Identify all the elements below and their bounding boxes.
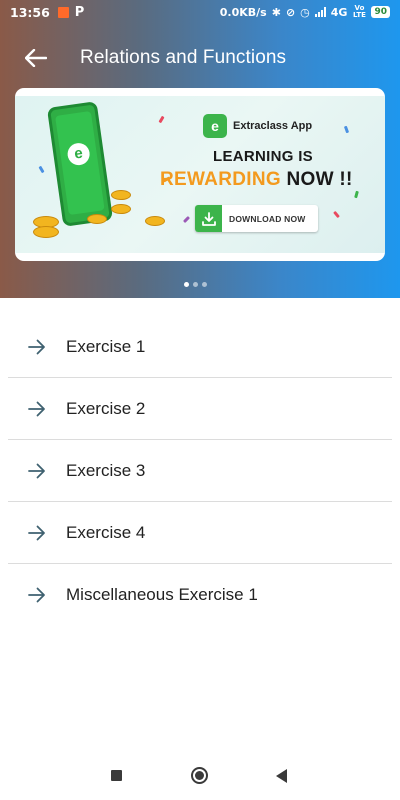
network-speed: 0.0KB/s <box>219 5 267 19</box>
coin-graphic <box>87 214 107 224</box>
notification-p-icon: P <box>74 4 85 20</box>
pager-dot[interactable] <box>202 282 207 287</box>
bluetooth-icon: ✱ <box>271 5 281 19</box>
exercise-label: Exercise 3 <box>66 460 146 480</box>
system-back-button[interactable] <box>276 769 287 783</box>
toolbar: Relations and Functions <box>0 36 400 80</box>
coin-graphic <box>111 190 131 200</box>
coin-graphic <box>145 216 165 226</box>
exercise-label: Exercise 4 <box>66 522 146 542</box>
volte-badge: Vo LTE <box>353 4 366 19</box>
extraclass-logo: e <box>203 114 227 138</box>
arrow-left-icon <box>25 49 47 67</box>
arrow-right-icon <box>28 337 48 357</box>
network-type: 4G <box>330 5 348 19</box>
carousel-pager <box>184 282 207 287</box>
banner-brand: e Extraclass App <box>203 114 312 138</box>
exercise-list: Exercise 1 Exercise 2 Exercise 3 Exercis… <box>8 316 392 626</box>
exercise-item[interactable]: Miscellaneous Exercise 1 <box>8 564 392 626</box>
download-icon <box>195 205 222 232</box>
back-button[interactable] <box>14 36 58 80</box>
exercise-item[interactable]: Exercise 2 <box>8 378 392 440</box>
arrow-right-icon <box>28 585 48 605</box>
headline-rest: NOW !! <box>286 169 353 190</box>
banner-headline-line2: REWARDING NOW !! <box>160 169 353 191</box>
download-now-button[interactable]: DOWNLOAD NOW <box>195 205 318 232</box>
exercise-label: Exercise 2 <box>66 398 146 418</box>
home-button[interactable] <box>191 767 208 784</box>
status-time: 13:56 <box>10 4 50 20</box>
coin-graphic <box>111 204 131 214</box>
arrow-right-icon <box>28 461 48 481</box>
signal-icon <box>314 7 326 17</box>
banner-headline-line1: LEARNING IS <box>213 148 313 165</box>
page-title: Relations and Functions <box>80 47 287 68</box>
pager-dot[interactable] <box>184 282 189 287</box>
mute-icon: ⊘ <box>285 5 296 19</box>
battery-indicator: 90 <box>371 6 390 18</box>
exercise-item[interactable]: Exercise 4 <box>8 502 392 564</box>
headline-highlight: REWARDING <box>160 169 281 190</box>
notification-app-icon <box>57 6 69 18</box>
exercise-label: Miscellaneous Exercise 1 <box>66 585 258 604</box>
arrow-right-icon <box>28 399 48 419</box>
recents-button[interactable] <box>111 770 122 781</box>
app-header: 13:56 P 0.0KB/s ✱ ⊘ ◷ 4G Vo LTE 90 Relat… <box>0 0 400 298</box>
exercise-item[interactable]: Exercise 3 <box>8 440 392 502</box>
coin-graphic <box>33 226 59 238</box>
brand-name: Extraclass App <box>233 120 313 132</box>
promo-banner[interactable]: e e Extraclass App LEARNING IS REWARDING <box>15 88 385 261</box>
status-bar: 13:56 P 0.0KB/s ✱ ⊘ ◷ 4G Vo LTE 90 <box>0 0 400 24</box>
banner-artwork: e e Extraclass App LEARNING IS REWARDING <box>15 96 385 253</box>
pager-dot[interactable] <box>193 282 198 287</box>
exercise-label: Exercise 1 <box>66 336 146 356</box>
download-label: DOWNLOAD NOW <box>229 213 306 224</box>
status-icons: 0.0KB/s ✱ ⊘ ◷ 4G Vo LTE 90 <box>220 5 390 19</box>
arrow-right-icon <box>28 523 48 543</box>
alarm-icon: ◷ <box>300 5 310 19</box>
exercise-item[interactable]: Exercise 1 <box>8 316 392 378</box>
